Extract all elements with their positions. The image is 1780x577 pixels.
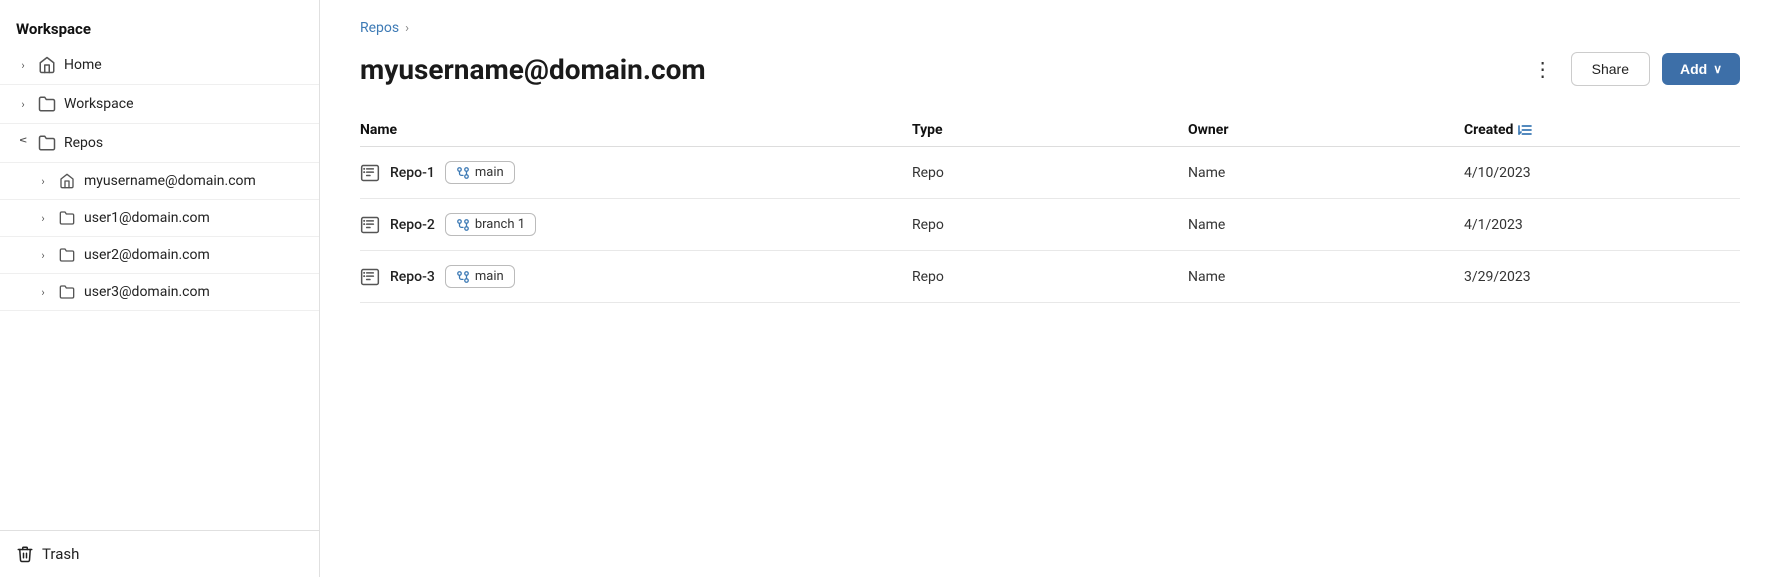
table-header: Name Type Owner Created [360,114,1740,147]
cell-owner: Name [1188,217,1464,233]
cell-owner: Name [1188,269,1464,285]
sidebar-title: Workspace [0,8,319,46]
branch-name: branch 1 [475,217,525,232]
chevron-right-icon: › [36,248,50,262]
sidebar-child-label: user2@domain.com [84,247,210,263]
chevron-right-icon: › [16,97,30,111]
add-label: Add [1680,61,1707,77]
sidebar-item-user3[interactable]: › user3@domain.com [0,274,319,311]
sort-icon [1517,122,1533,138]
repo-icon [360,215,380,235]
folder-icon [58,246,76,264]
trash-label: Trash [42,545,79,563]
repo-name-cell: Repo-1 main [360,161,912,184]
col-created-header[interactable]: Created [1464,122,1740,138]
sidebar-child-label: myusername@domain.com [84,173,256,189]
folder-icon [58,283,76,301]
add-chevron-icon: ∨ [1713,62,1722,76]
sidebar-item-repos[interactable]: ∨ Repos [0,124,319,163]
branch-icon [456,218,470,232]
table-row[interactable]: Repo-3 main Repo Name 3/ [360,251,1740,303]
sidebar-item-label: Repos [64,135,303,151]
sidebar-item-label: Home [64,57,303,73]
sidebar-child-label: user3@domain.com [84,284,210,300]
col-owner-header: Owner [1188,122,1464,138]
chevron-right-icon: › [36,211,50,225]
chevron-right-icon: › [36,174,50,188]
table-row[interactable]: Repo-1 main Repo Name 4/ [360,147,1740,199]
sidebar-item-myuser[interactable]: › myusername@domain.com [0,163,319,200]
branch-name: main [475,165,504,180]
sidebar-item-user1[interactable]: › user1@domain.com [0,200,319,237]
cell-created: 4/1/2023 [1464,217,1740,233]
trash-icon [16,545,34,563]
branch-name: main [475,269,504,284]
cell-created: 4/10/2023 [1464,165,1740,181]
sidebar-repos-children: › myusername@domain.com › user1@domain.c… [0,163,319,311]
sidebar-item-workspace[interactable]: › Workspace [0,85,319,124]
sidebar-item-user2[interactable]: › user2@domain.com [0,237,319,274]
header-actions: ⋮ Share Add ∨ [1527,52,1740,86]
chevron-right-icon: › [16,58,30,72]
branch-badge[interactable]: main [445,161,515,184]
add-button[interactable]: Add ∨ [1662,53,1740,85]
folder-icon [38,95,56,113]
folder-icon [38,134,56,152]
branch-badge[interactable]: main [445,265,515,288]
repo-icon [360,267,380,287]
repos-table: Name Type Owner Created [360,114,1740,303]
table-row[interactable]: Repo-2 branch 1 Repo Name [360,199,1740,251]
home-icon [58,172,76,190]
sidebar-item-home[interactable]: › Home [0,46,319,85]
col-type-header: Type [912,122,1188,138]
chevron-right-icon: › [36,285,50,299]
main-content: Repos › myusername@domain.com ⋮ Share Ad… [320,0,1780,577]
share-button[interactable]: Share [1571,52,1650,86]
cell-type: Repo [912,165,1188,181]
repo-name: Repo-3 [390,269,435,285]
page-title: myusername@domain.com [360,53,1511,86]
breadcrumb-separator: › [405,21,409,36]
folder-icon [58,209,76,227]
branch-badge[interactable]: branch 1 [445,213,536,236]
home-icon [38,56,56,74]
cell-created: 3/29/2023 [1464,269,1740,285]
breadcrumb: Repos › [360,20,1740,36]
repo-name: Repo-2 [390,217,435,233]
sidebar-child-label: user1@domain.com [84,210,210,226]
sidebar-item-label: Workspace [64,96,303,112]
chevron-down-icon: ∨ [16,136,30,150]
page-header: myusername@domain.com ⋮ Share Add ∨ [360,52,1740,86]
sidebar: Workspace › Home › Workspace ∨ Repos [0,0,320,577]
repo-name: Repo-1 [390,165,435,181]
branch-icon [456,270,470,284]
col-name-header: Name [360,122,912,138]
branch-icon [456,166,470,180]
cell-owner: Name [1188,165,1464,181]
more-options-button[interactable]: ⋮ [1527,53,1559,85]
repo-icon [360,163,380,183]
repo-name-cell: Repo-3 main [360,265,912,288]
cell-type: Repo [912,269,1188,285]
repo-name-cell: Repo-2 branch 1 [360,213,912,236]
sidebar-item-trash[interactable]: Trash [0,530,319,577]
cell-type: Repo [912,217,1188,233]
breadcrumb-repos[interactable]: Repos [360,20,399,36]
